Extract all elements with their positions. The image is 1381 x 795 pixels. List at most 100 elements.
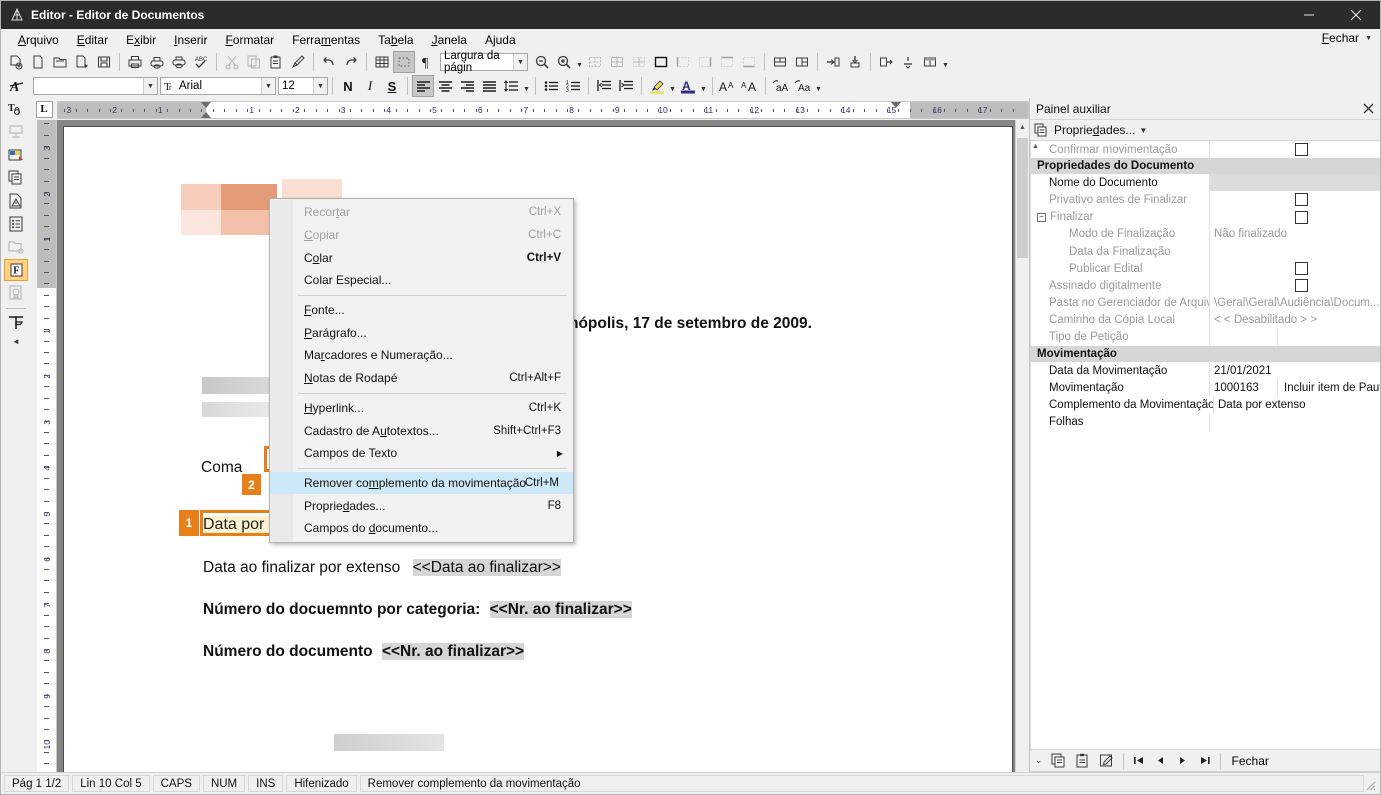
property-value-redacted[interactable]: [1209, 174, 1380, 192]
horizontal-ruler[interactable]: 3 2 1 1 2 3 4 5 6 7 8 9 10 11 12 13 14 15 16 17: [57, 101, 1029, 119]
checkbox[interactable]: [1294, 210, 1308, 224]
table-borders-inner-icon[interactable]: [628, 51, 650, 73]
property-value[interactable]: 21/01/2021: [1209, 362, 1380, 380]
property-value[interactable]: [1209, 242, 1380, 261]
data-ao-finalizar-value[interactable]: <<Data ao finalizar>>: [412, 559, 561, 576]
property-row[interactable]: Modo de Finalização Não finalizado: [1031, 225, 1380, 243]
property-row[interactable]: Caminho da Cópia Local < < Desabilitado …: [1031, 311, 1380, 329]
sidebar-seal-icon[interactable]: [4, 282, 28, 304]
bullet-list-icon[interactable]: [540, 75, 562, 97]
property-row[interactable]: Folhas: [1031, 413, 1380, 431]
document-page[interactable]: hópolis, 17 de setembro de 2009. Coma Da…: [63, 126, 1013, 791]
property-row[interactable]: Nome do Documento: [1031, 174, 1380, 192]
nav-first-icon[interactable]: [1129, 751, 1149, 771]
character-style-icon[interactable]: A: [5, 75, 31, 97]
property-row[interactable]: Publicar Edital: [1031, 260, 1380, 278]
sidebar-tag-icon[interactable]: [4, 312, 28, 334]
property-value[interactable]: [1209, 141, 1380, 159]
property-value[interactable]: [1209, 277, 1380, 295]
context-menu[interactable]: Recortar Ctrl+X Copiar Ctrl+C Colar Ctrl…: [269, 198, 574, 543]
sidebar-folder-icon[interactable]: [4, 236, 28, 258]
property-value[interactable]: [1209, 191, 1380, 209]
show-formatting-marks-icon[interactable]: ¶: [415, 51, 437, 73]
property-value[interactable]: [1209, 208, 1380, 226]
sidebar-list-doc-icon[interactable]: [4, 213, 28, 235]
zoom-in-icon[interactable]: [553, 51, 575, 73]
toolbar-overflow-icon[interactable]: ▼: [941, 51, 950, 73]
property-row[interactable]: Tipo de Petição: [1031, 328, 1380, 347]
sidebar-warning-doc-icon[interactable]: [4, 190, 28, 212]
print-setup-icon[interactable]: [168, 51, 190, 73]
line-spacing-dropdown-icon[interactable]: ▼: [522, 75, 531, 97]
font-size-combo[interactable]: 12 ▼: [278, 77, 328, 95]
table-autoformat-icon[interactable]: [919, 51, 941, 73]
table-borders-box-icon[interactable]: [606, 51, 628, 73]
chevron-down-icon[interactable]: ▼: [1139, 126, 1147, 135]
sidebar-field-icon[interactable]: F: [4, 259, 28, 281]
chevron-down-icon[interactable]: ▼: [261, 78, 275, 94]
print-preview-icon[interactable]: [146, 51, 168, 73]
font-color-dropdown-icon[interactable]: ▼: [699, 75, 708, 97]
context-menu-item-paragrafo[interactable]: Parágrafo...: [270, 321, 573, 344]
menubar-close-label[interactable]: Fechar: [1322, 31, 1359, 45]
property-value[interactable]: Não finalizado: [1209, 225, 1380, 243]
table-border-left-icon[interactable]: [672, 51, 694, 73]
property-row[interactable]: Data da Movimentação 21/01/2021: [1031, 362, 1380, 380]
left-indent-marker[interactable]: [201, 112, 211, 118]
property-row[interactable]: Pasta no Gerenciador de Arquiv... \Geral…: [1031, 294, 1380, 312]
new-document-icon[interactable]: [5, 51, 27, 73]
increase-font-size-icon[interactable]: AA: [717, 75, 739, 97]
context-menu-item-hyperlink[interactable]: Hyperlink... Ctrl+K: [270, 397, 573, 420]
open-folder-icon[interactable]: [49, 51, 71, 73]
property-value[interactable]: [1209, 328, 1380, 347]
checkbox[interactable]: [1294, 143, 1308, 157]
menu-janela[interactable]: Janela: [423, 31, 476, 49]
scroll-down-icon[interactable]: ⌄: [1032, 755, 1046, 766]
sidebar-select-tool-icon[interactable]: [4, 121, 28, 143]
property-row[interactable]: Data da Finalização: [1031, 242, 1380, 261]
table-border-bottom-icon[interactable]: [738, 51, 760, 73]
property-value[interactable]: [1209, 260, 1380, 278]
tab-stop-selector[interactable]: L: [31, 98, 57, 120]
lowercase-icon[interactable]: Aa: [792, 75, 814, 97]
context-menu-item-propriedades[interactable]: Propriedades... F8: [270, 494, 573, 517]
align-justify-icon[interactable]: [478, 75, 500, 97]
copy-icon[interactable]: [243, 51, 265, 73]
spellcheck-icon[interactable]: ABC: [190, 51, 212, 73]
sidebar-document-copy-icon[interactable]: [4, 167, 28, 189]
scrollbar-thumb[interactable]: [1017, 138, 1028, 258]
show-grid-icon[interactable]: [393, 51, 415, 73]
table-icon[interactable]: [371, 51, 393, 73]
property-section-header[interactable]: Propriedades do Documento ⌄: [1031, 158, 1380, 175]
context-menu-item-cadastro-autotextos[interactable]: Cadastro de Autotextos... Shift+Ctrl+F3: [270, 419, 573, 442]
context-menu-item-remover-complemento[interactable]: Remover complemento da movimentação Ctrl…: [270, 471, 573, 495]
table-borders-outer-icon[interactable]: [650, 51, 672, 73]
align-center-icon[interactable]: [434, 75, 456, 97]
copy-properties-icon[interactable]: [1048, 751, 1070, 771]
context-menu-item-campos-de-texto[interactable]: Campos de Texto ▶: [270, 442, 573, 465]
zoom-dropdown-icon[interactable]: ▼: [575, 51, 584, 73]
menu-editar[interactable]: Editar: [68, 31, 117, 49]
collapse-icon[interactable]: ⌄: [1378, 349, 1380, 360]
undo-icon[interactable]: [318, 51, 340, 73]
context-menu-item-campos-do-documento[interactable]: Campos do documento...: [270, 517, 573, 540]
align-right-icon[interactable]: [456, 75, 478, 97]
decrease-font-size-icon[interactable]: AA: [739, 75, 761, 97]
chevron-down-icon[interactable]: ▼: [1365, 35, 1372, 42]
highlight-color-dropdown-icon[interactable]: ▼: [668, 75, 677, 97]
checkbox[interactable]: [1294, 262, 1308, 276]
property-value[interactable]: < < Desabilitado > >: [1209, 311, 1380, 329]
insert-row-icon[interactable]: [844, 51, 866, 73]
italic-button[interactable]: I: [359, 75, 381, 97]
line-spacing-icon[interactable]: [500, 75, 522, 97]
increase-indent-icon[interactable]: [615, 75, 637, 97]
decrease-indent-icon[interactable]: [593, 75, 615, 97]
sidebar-insert-image-icon[interactable]: [4, 144, 28, 166]
properties-icon[interactable]: [1034, 122, 1050, 138]
first-line-indent-marker[interactable]: [201, 102, 211, 108]
context-menu-item-colar[interactable]: Colar Ctrl+V: [270, 246, 573, 269]
properties-button-label[interactable]: Propriedades...: [1054, 123, 1135, 137]
format-toolbar-overflow-icon[interactable]: ▼: [814, 75, 823, 97]
menu-arquivo[interactable]: Arquivo: [9, 31, 68, 49]
nav-prev-icon[interactable]: [1151, 751, 1171, 771]
